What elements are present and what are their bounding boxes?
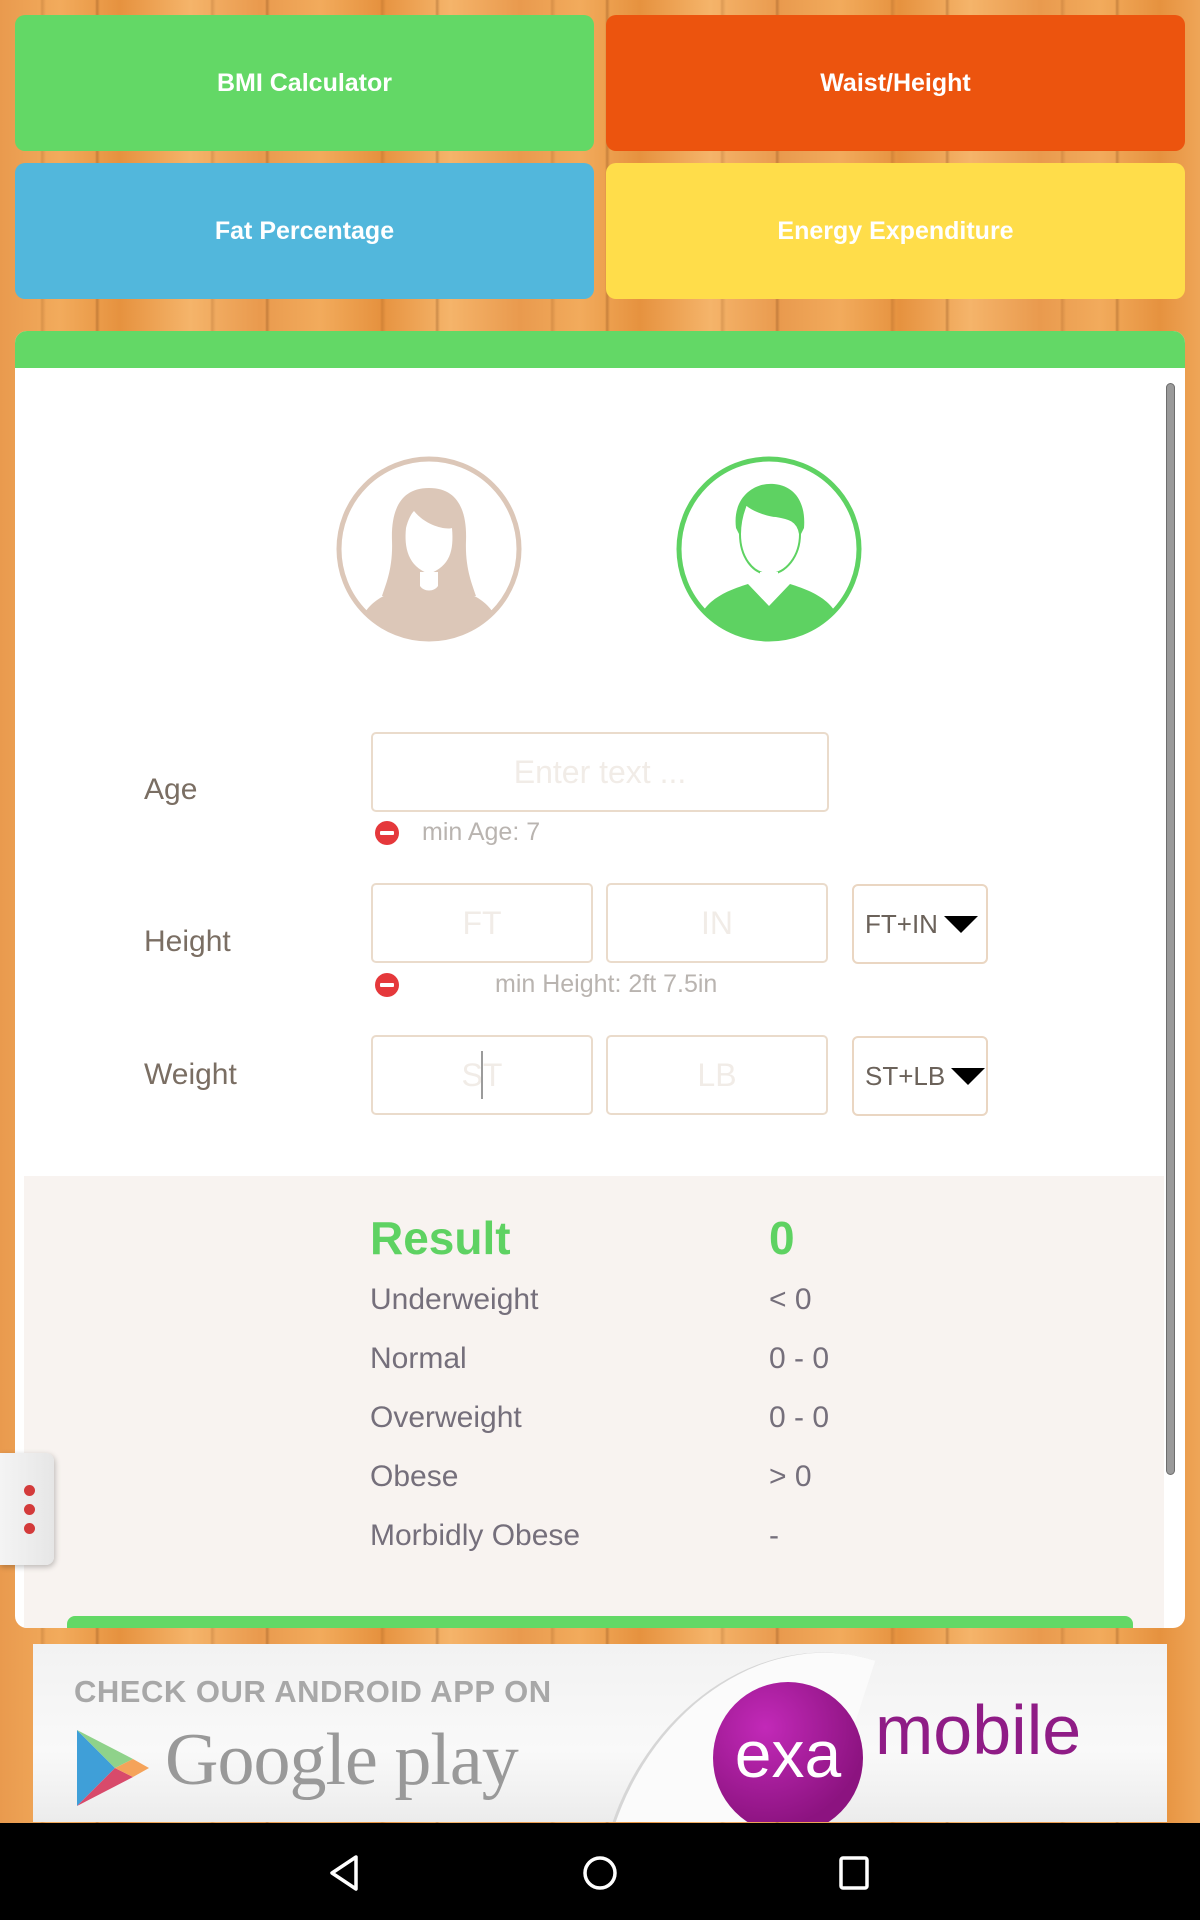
ad-headline: CHECK OUR ANDROID APP ON (74, 1674, 552, 1709)
category-label: Overweight (370, 1401, 522, 1434)
ad-banner[interactable]: CHECK OUR ANDROID APP ON Google play exa… (33, 1644, 1167, 1822)
age-input[interactable]: Enter text ... (371, 732, 829, 812)
category-range: 0 - 0 (769, 1401, 830, 1434)
recents-icon[interactable] (836, 1853, 872, 1893)
side-menu-button[interactable] (0, 1453, 54, 1565)
category-label: Obese (370, 1460, 459, 1493)
height-unit-select[interactable]: FT+IN (852, 884, 988, 964)
category-range: < 0 (769, 1283, 812, 1316)
ad-store-name: Google play (165, 1719, 519, 1801)
brand-exa: exa (734, 1717, 842, 1791)
scrollbar[interactable] (1166, 383, 1175, 1475)
dropdown-caret-icon (951, 1067, 986, 1085)
menu-dot-icon (23, 1503, 35, 1515)
height-ft-input[interactable]: FT (371, 883, 593, 963)
error-icon (375, 821, 399, 845)
brand-mobile: mobile (875, 1691, 1082, 1769)
dropdown-caret-icon (943, 915, 978, 933)
weight-unit-select[interactable]: ST+LB (852, 1036, 988, 1116)
calculator-nav: BMI Calculator Waist/Height Fat Percenta… (15, 15, 1185, 300)
category-range: 0 - 0 (769, 1342, 830, 1375)
energy-expenditure-button[interactable]: Energy Expenditure (606, 163, 1185, 299)
weight-unit-value: ST+LB (865, 1060, 946, 1091)
home-icon[interactable] (580, 1853, 620, 1893)
text-cursor (481, 1051, 483, 1099)
height-in-input[interactable]: IN (606, 883, 828, 963)
fat-percentage-button[interactable]: Fat Percentage (15, 163, 594, 299)
category-label: Morbidly Obese (370, 1519, 581, 1552)
card-header-bar (15, 331, 1185, 368)
android-nav-bar (0, 1823, 1200, 1920)
weight-label: Weight (144, 1058, 237, 1091)
male-gender-button[interactable] (676, 456, 862, 642)
category-label: Underweight (370, 1283, 539, 1316)
bmi-card: Age Enter text ... min Age: 7 Height FT … (15, 331, 1185, 1628)
category-range: - (769, 1519, 779, 1552)
error-icon (375, 973, 399, 997)
bmi-calculator-button[interactable]: BMI Calculator (15, 15, 594, 151)
back-icon[interactable] (326, 1853, 362, 1893)
google-play-icon (77, 1730, 149, 1806)
exa-logo-icon: exa (713, 1682, 863, 1822)
height-unit-value: FT+IN (865, 908, 938, 939)
menu-dot-icon (23, 1484, 35, 1496)
category-label: Normal (370, 1342, 467, 1375)
female-gender-button[interactable] (336, 456, 522, 642)
weight-lb-input[interactable]: LB (606, 1035, 828, 1115)
height-error-text: min Height: 2ft 7.5in (495, 970, 718, 998)
height-label: Height (144, 925, 231, 958)
results-panel: Result 0 Underweight < 0 Normal 0 - 0 Ov… (24, 1176, 1164, 1628)
result-title: Result (370, 1212, 511, 1264)
age-error-text: min Age: 7 (422, 818, 541, 846)
waist-height-button[interactable]: Waist/Height (606, 15, 1185, 151)
category-range: > 0 (769, 1460, 812, 1493)
female-avatar-icon (336, 456, 522, 642)
weight-st-input[interactable]: ST (371, 1035, 593, 1115)
male-avatar-icon (676, 456, 862, 642)
age-label: Age (144, 773, 198, 806)
result-value: 0 (769, 1212, 795, 1264)
results-bottom-bar (67, 1616, 1133, 1628)
menu-dot-icon (23, 1522, 35, 1534)
